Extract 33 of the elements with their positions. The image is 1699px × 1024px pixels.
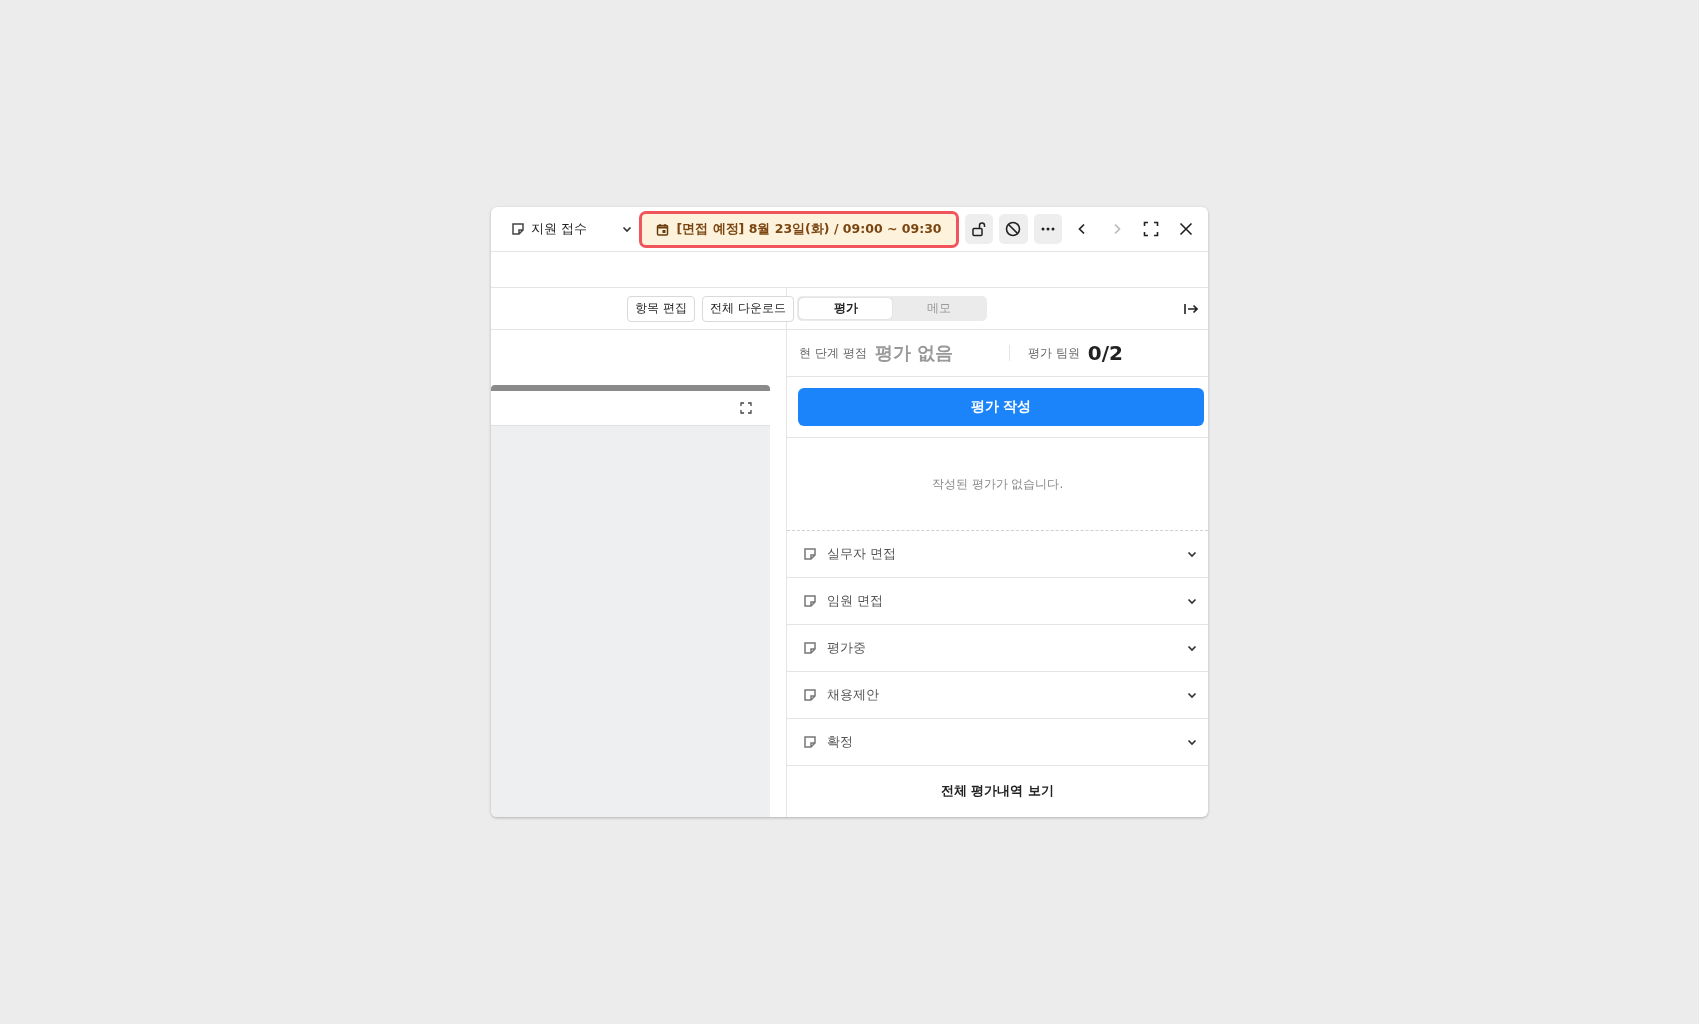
memo-icon (803, 688, 817, 702)
tab[interactable]: 평가 (799, 298, 892, 319)
team-count: 0/2 (1087, 341, 1123, 365)
memo-icon (803, 547, 817, 561)
close-icon (1178, 222, 1193, 236)
memo-icon (803, 735, 817, 749)
unlock-button[interactable] (964, 214, 994, 244)
stage-row[interactable]: 평가중 (787, 625, 1208, 672)
team-label: 평가 팀원 (1027, 344, 1080, 362)
more-icon (1040, 227, 1055, 231)
unlock-icon (970, 221, 987, 237)
memo-icon (803, 594, 817, 608)
memo-icon (511, 222, 525, 236)
stage-row[interactable]: 채용제안 (787, 672, 1208, 719)
memo-icon (803, 641, 817, 655)
fullscreen-icon (1143, 221, 1160, 237)
stage-row[interactable]: 임원 면접 (787, 578, 1208, 625)
ban-icon (1005, 221, 1022, 237)
stage-row[interactable]: 실무자 면접 (787, 531, 1208, 578)
empty-message: 작성된 평가가 없습니다. (931, 475, 1064, 493)
all-evaluations-link[interactable]: 전체 평가내역 보기 (941, 783, 1054, 800)
toolbar-button[interactable]: 항목 편집 (627, 295, 696, 322)
score-value: 평가 없음 (874, 341, 953, 365)
schedule-badge: [면접 예정] 8월 23일(화) / 09:00 ~ 09:30 (638, 210, 959, 248)
toolbar-button[interactable]: 전체 다운로드 (702, 295, 794, 322)
score-label: 현 단계 평점 (799, 344, 867, 362)
stage-dropdown[interactable]: 지원 접수 (511, 220, 633, 238)
collapse-panel-icon[interactable] (1184, 302, 1198, 315)
expand-icon[interactable] (740, 402, 752, 414)
write-evaluation-button[interactable]: 평가 작성 (798, 388, 1204, 426)
calendar-icon (655, 222, 669, 236)
stage-row[interactable]: 확정 (787, 719, 1208, 766)
block-button[interactable] (999, 214, 1028, 244)
